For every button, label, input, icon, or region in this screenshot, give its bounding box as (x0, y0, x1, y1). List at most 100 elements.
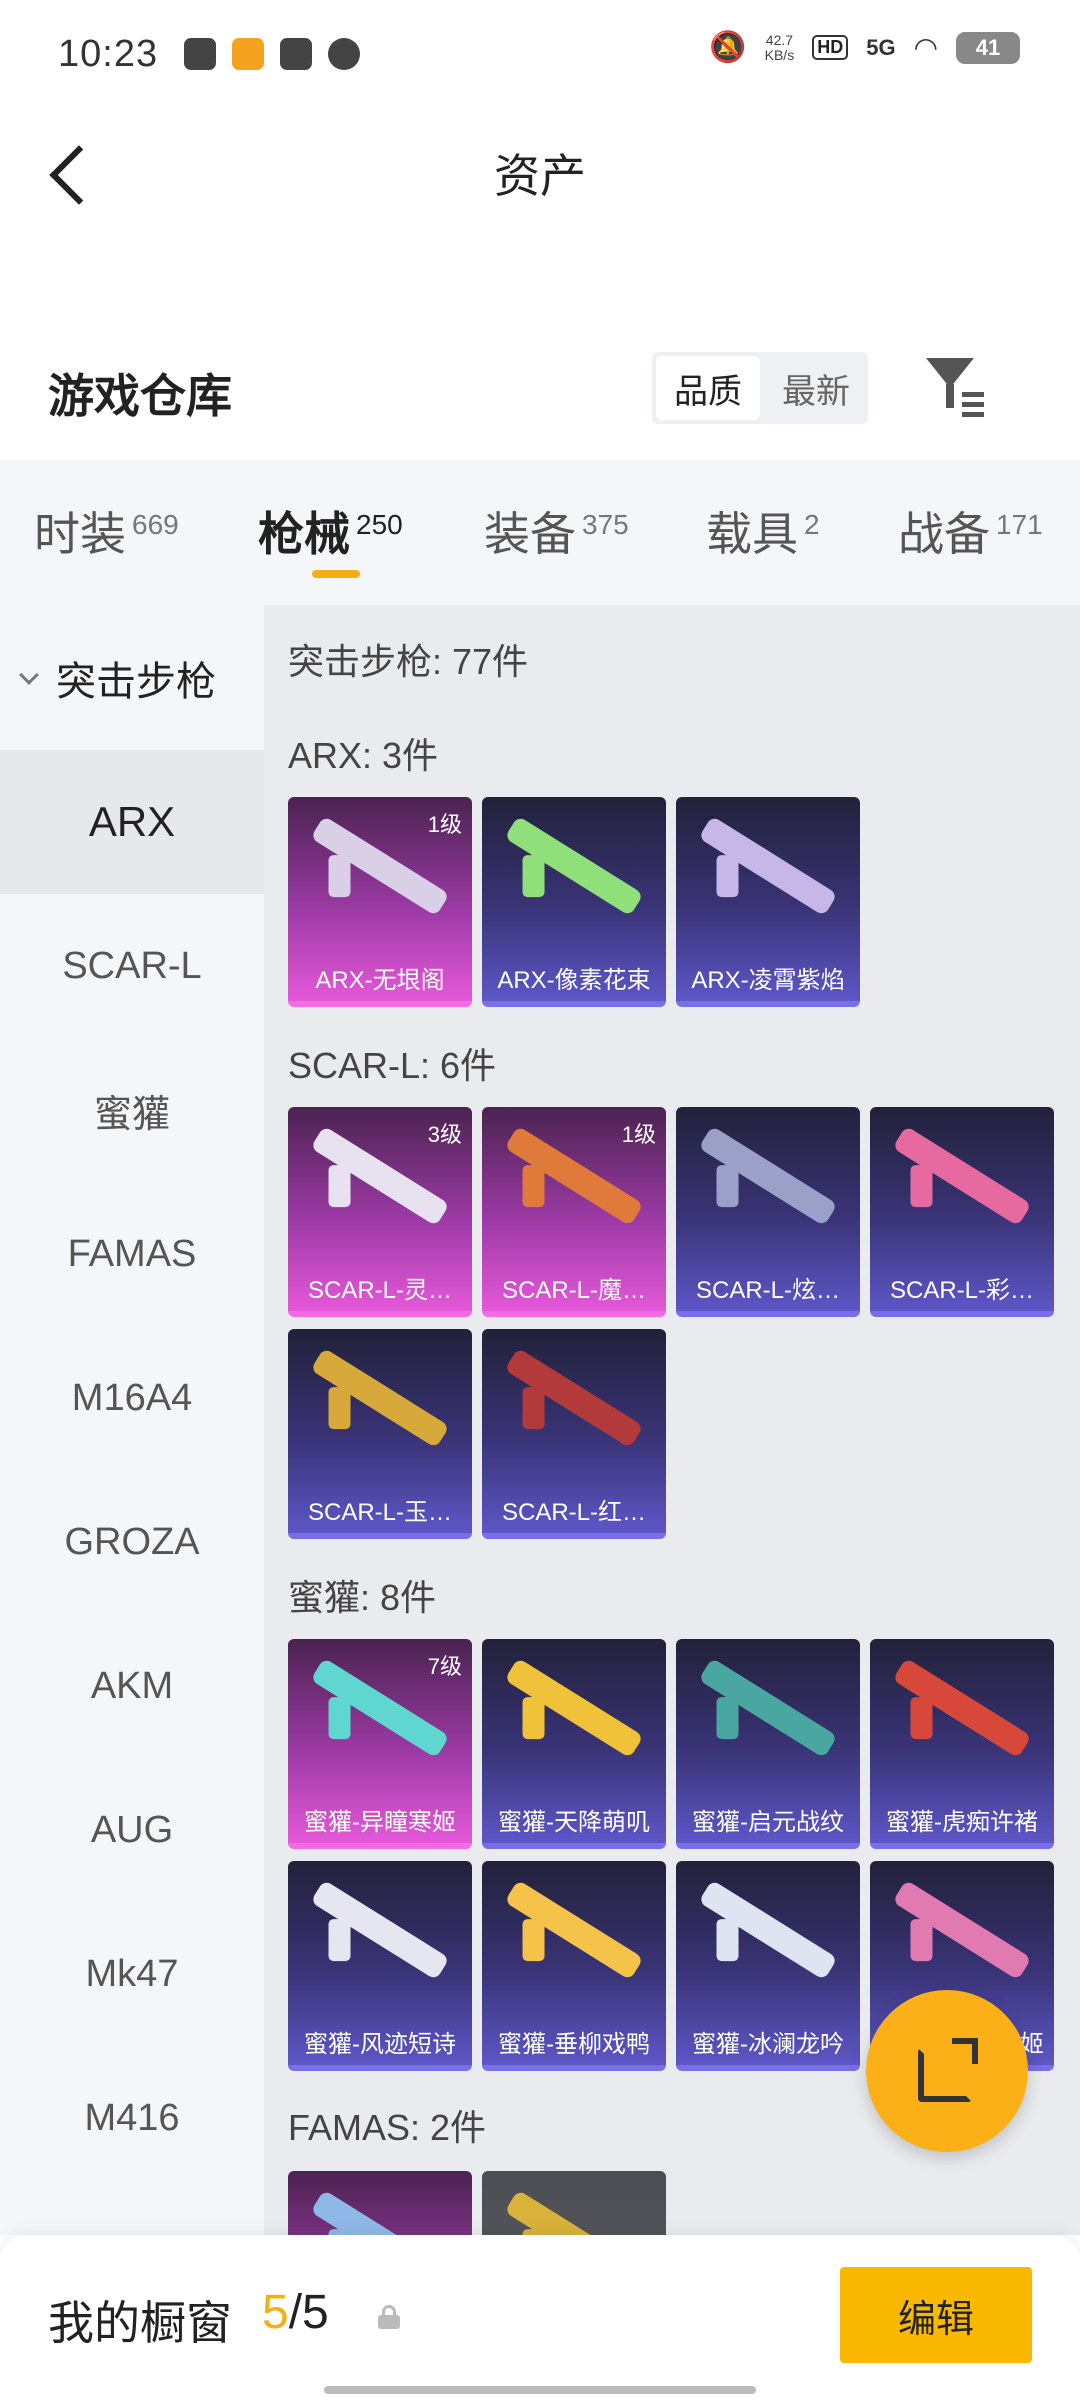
sidebar-item-mk47[interactable]: Mk47 (0, 1902, 264, 2046)
showcase-count: 5/5 (262, 2285, 329, 2340)
tab-label: 枪械 (258, 508, 350, 560)
mute-icon: 🔕 (709, 31, 747, 64)
section-header-arx: ARX: 3件 (288, 735, 439, 776)
active-tab-indicator (312, 570, 360, 578)
weapon-card[interactable]: 1级 SCAR-L-魔… (482, 1107, 666, 1317)
section-header-honey-badger: 蜜獾: 8件 (288, 1577, 437, 1618)
sort-quality-button[interactable]: 品质 (656, 356, 760, 420)
sidebar-item-m416[interactable]: M416 (0, 2046, 264, 2190)
filter-icon-line (962, 392, 984, 397)
wifi-icon: ◠ (913, 32, 938, 63)
gun-icon (892, 1125, 1032, 1227)
weapon-name: 蜜獾-启元战纹 (692, 1809, 844, 1836)
sidebar-item-akm[interactable]: AKM (0, 1614, 264, 1758)
filter-button[interactable] (922, 352, 988, 418)
tab-label: 时装 (34, 508, 126, 560)
weapon-name: 蜜獾-垂柳戏鸭 (498, 2031, 650, 2058)
weapon-name: 蜜獾-风迹短诗 (304, 2031, 456, 2058)
weapon-name: ARX-无垠阁 (315, 967, 445, 994)
filter-icon-line (962, 402, 984, 407)
gun-icon (504, 1657, 644, 1759)
weapon-card[interactable]: 蜜獾-垂柳戏鸭 (482, 1861, 666, 2071)
notification-icons (184, 38, 361, 70)
sidebar-item-groza[interactable]: GROZA (0, 1470, 264, 1614)
sort-toggle: 品质 最新 (652, 352, 868, 424)
weapon-card[interactable]: SCAR-L-红… (482, 1329, 666, 1539)
weapon-name: SCAR-L-彩… (889, 1277, 1034, 1304)
tab-vehicles[interactable]: 载具 2 (706, 498, 820, 564)
weapon-card[interactable] (482, 2171, 666, 2235)
share-icon-arrowhead (952, 2038, 978, 2064)
filter-icon-stem (946, 384, 954, 408)
weapon-card[interactable]: SCAR-L-彩… (870, 1107, 1054, 1317)
tab-count: 2 (804, 508, 820, 540)
weapon-name: 蜜獾-虎痴许褚 (886, 1809, 1038, 1836)
tab-count: 375 (582, 508, 629, 540)
weapon-name: 蜜獾-异瞳寒姬 (304, 1809, 456, 1836)
level-badge: 7级 (427, 1654, 462, 1679)
sidebar-group-assault-rifle[interactable]: 突击步枪 (0, 605, 264, 750)
gun-icon (504, 1347, 644, 1449)
clock: 10:23 (58, 32, 159, 75)
showcase-capacity: 5 (302, 2286, 329, 2339)
weapon-card[interactable] (288, 2171, 472, 2235)
status-bar: 10:23 🔕 42.7 KB/s HD 5G ◠ 41 (0, 0, 1080, 108)
app-notification-icon (184, 38, 217, 70)
showcase-label: 我的橱窗 (48, 2297, 232, 2349)
weapon-card[interactable]: 3级 SCAR-L-灵… (288, 1107, 472, 1317)
level-badge: 1级 (621, 1122, 656, 1147)
signal-icon: 5G (866, 34, 896, 60)
tab-count: 250 (356, 508, 403, 540)
net-speed-value: 42.7 (765, 31, 794, 48)
weapon-name: 蜜獾-天降萌叽 (498, 1809, 650, 1836)
sidebar-item-aug[interactable]: AUG (0, 1758, 264, 1902)
weapon-card[interactable]: SCAR-L-玉… (288, 1329, 472, 1539)
warehouse-title: 游戏仓库 (48, 370, 232, 422)
weapon-name: ARX-像素花束 (497, 967, 651, 994)
sidebar-item-famas[interactable]: FAMAS (0, 1182, 264, 1326)
section-header-famas: FAMAS: 2件 (288, 2107, 487, 2148)
weapon-card[interactable]: 蜜獾-天降萌叽 (482, 1639, 666, 1849)
sidebar-group-label: 突击步枪 (56, 659, 216, 704)
chevron-down-icon (19, 664, 39, 685)
gun-icon (892, 1657, 1032, 1759)
tab-fashion[interactable]: 时装 669 (34, 498, 179, 564)
tab-label: 战备 (898, 508, 990, 560)
showcase-separator: / (288, 2286, 303, 2339)
weapon-card[interactable]: 蜜獾-启元战纹 (676, 1639, 860, 1849)
category-tabs: 时装 669 枪械 250 装备 375 载具 2 战备 171 (0, 460, 1080, 605)
lock-icon (376, 2305, 402, 2329)
weapon-card[interactable]: 蜜獾-冰澜龙吟 (676, 1861, 860, 2071)
sidebar-item-scar-l[interactable]: SCAR-L (0, 894, 264, 1038)
home-indicator[interactable] (324, 2386, 756, 2394)
weapon-name: SCAR-L-玉… (307, 1499, 452, 1526)
level-badge: 1级 (427, 812, 462, 837)
tab-label: 装备 (484, 508, 576, 560)
gun-icon (504, 1879, 644, 1981)
weapon-name: 蜜獾-冰澜龙吟 (692, 2031, 844, 2058)
category-total: 突击步枪: 77件 (288, 641, 529, 682)
weapon-card[interactable]: 1级 ARX-无垠阁 (288, 797, 472, 1007)
weapon-card[interactable]: ARX-凌霄紫焰 (676, 797, 860, 1007)
sidebar-item-honey-badger[interactable]: 蜜獾 (0, 1038, 264, 1182)
weapon-card[interactable]: 蜜獾-风迹短诗 (288, 1861, 472, 2071)
tab-supplies[interactable]: 战备 171 (898, 498, 1043, 564)
gun-icon (698, 1657, 838, 1759)
weapon-card[interactable]: 7级 蜜獾-异瞳寒姬 (288, 1639, 472, 1849)
tab-equipment[interactable]: 装备 375 (484, 498, 629, 564)
battery-icon: 41 (956, 31, 1020, 64)
gun-icon (310, 1879, 450, 1981)
gun-icon (698, 1125, 838, 1227)
weapon-card[interactable]: SCAR-L-炫… (676, 1107, 860, 1317)
weapon-card[interactable]: ARX-像素花束 (482, 797, 666, 1007)
sidebar-item-arx[interactable]: ARX (0, 750, 264, 894)
tab-firearms[interactable]: 枪械 250 (258, 498, 403, 564)
edit-button[interactable]: 编辑 (840, 2267, 1032, 2363)
net-speed-unit: KB/s (764, 46, 795, 63)
gun-icon (698, 815, 838, 917)
gun-icon (504, 2189, 644, 2235)
sidebar-item-m16a4[interactable]: M16A4 (0, 1326, 264, 1470)
sort-newest-button[interactable]: 最新 (764, 352, 868, 424)
weapon-card[interactable]: 蜜獾-虎痴许褚 (870, 1639, 1054, 1849)
share-button[interactable] (866, 1990, 1028, 2152)
